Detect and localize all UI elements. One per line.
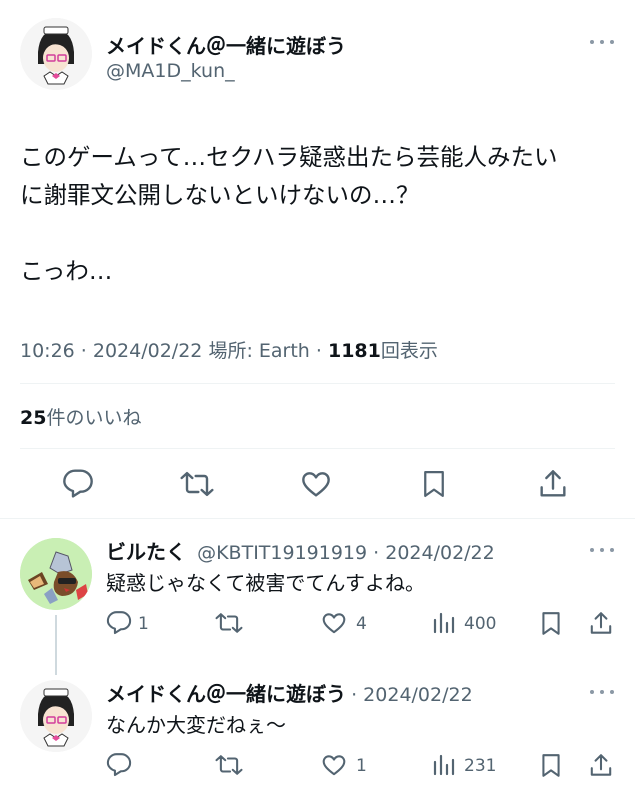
reply-text: なんか大変だねぇ〜 <box>106 713 286 737</box>
tweet-text-line: に謝罪文公開しないといけないの…？ <box>20 181 420 209</box>
divider <box>20 383 615 384</box>
tweet-location: 場所: Earth · <box>208 340 322 362</box>
share-icon[interactable] <box>537 468 569 500</box>
display-name[interactable]: メイドくん＠一緒に遊ぼう <box>106 30 346 59</box>
avatar[interactable] <box>20 18 92 90</box>
divider <box>20 448 615 449</box>
reply-thread-line <box>55 615 57 675</box>
user-handle[interactable]: @MA1D_kun_ <box>106 60 235 82</box>
tweet-text: このゲームって…セクハラ疑惑出たら芸能人みたい に謝罪文公開しないといけないの…… <box>20 138 620 290</box>
reply-date[interactable]: · 2024/02/22 <box>351 684 473 706</box>
reply-header: メイドくん＠一緒に遊ぼう · 2024/02/22 <box>106 678 473 707</box>
tweet-time[interactable]: 10:26 · 2024/02/22 <box>20 340 202 362</box>
maid-avatar-icon <box>20 680 92 752</box>
view-count: 1181 <box>327 340 381 362</box>
like-icon[interactable] <box>299 468 333 500</box>
view-label: 回表示 <box>380 340 438 362</box>
reply-count: 1 <box>138 614 149 634</box>
like-icon[interactable] <box>320 752 348 778</box>
tweet-text-line: このゲームって…セクハラ疑惑出たら芸能人みたい <box>20 143 558 171</box>
retweet-icon[interactable] <box>215 610 243 636</box>
views-icon[interactable] <box>430 753 456 777</box>
reply-header: ビルたく @KBTIT19191919 · 2024/02/22 <box>106 536 495 565</box>
character-avatar-icon <box>20 538 92 610</box>
avatar[interactable] <box>20 680 92 752</box>
likes-label: 件のいいね <box>46 407 142 429</box>
reply-icon[interactable] <box>106 610 132 636</box>
display-name[interactable]: ビルたく <box>106 540 186 564</box>
more-options-icon[interactable] <box>590 546 614 554</box>
like-count: 4 <box>356 614 367 634</box>
user-handle[interactable]: @KBTIT19191919 · 2024/02/22 <box>197 542 495 564</box>
bookmark-icon[interactable] <box>538 610 564 637</box>
reply-icon[interactable] <box>62 468 94 500</box>
likes-count: 25 <box>20 407 47 429</box>
reply-text: 疑惑じゃなくて被害でてんすよね。 <box>106 571 425 595</box>
maid-avatar-icon <box>20 18 92 90</box>
share-icon[interactable] <box>588 610 614 637</box>
more-options-icon[interactable] <box>590 38 614 46</box>
retweet-icon[interactable] <box>215 752 243 778</box>
share-icon[interactable] <box>588 752 614 779</box>
avatar[interactable] <box>20 538 92 610</box>
retweet-icon[interactable] <box>180 468 214 500</box>
likes-summary[interactable]: 25件のいいね <box>20 403 141 430</box>
reply-icon[interactable] <box>106 752 132 778</box>
bookmark-icon[interactable] <box>538 752 564 779</box>
tweet-text-line: こっわ… <box>20 257 113 285</box>
bookmark-icon[interactable] <box>419 468 449 500</box>
tweet-meta: 10:26 · 2024/02/22 場所: Earth · 1181回表示 <box>20 336 438 363</box>
display-name[interactable]: メイドくん＠一緒に遊ぼう <box>106 682 346 706</box>
views-icon[interactable] <box>430 611 456 635</box>
divider <box>0 518 635 519</box>
more-options-icon[interactable] <box>590 688 614 696</box>
like-icon[interactable] <box>320 610 348 636</box>
like-count: 1 <box>356 756 367 776</box>
view-count: 231 <box>464 756 497 776</box>
view-count: 400 <box>464 614 497 634</box>
